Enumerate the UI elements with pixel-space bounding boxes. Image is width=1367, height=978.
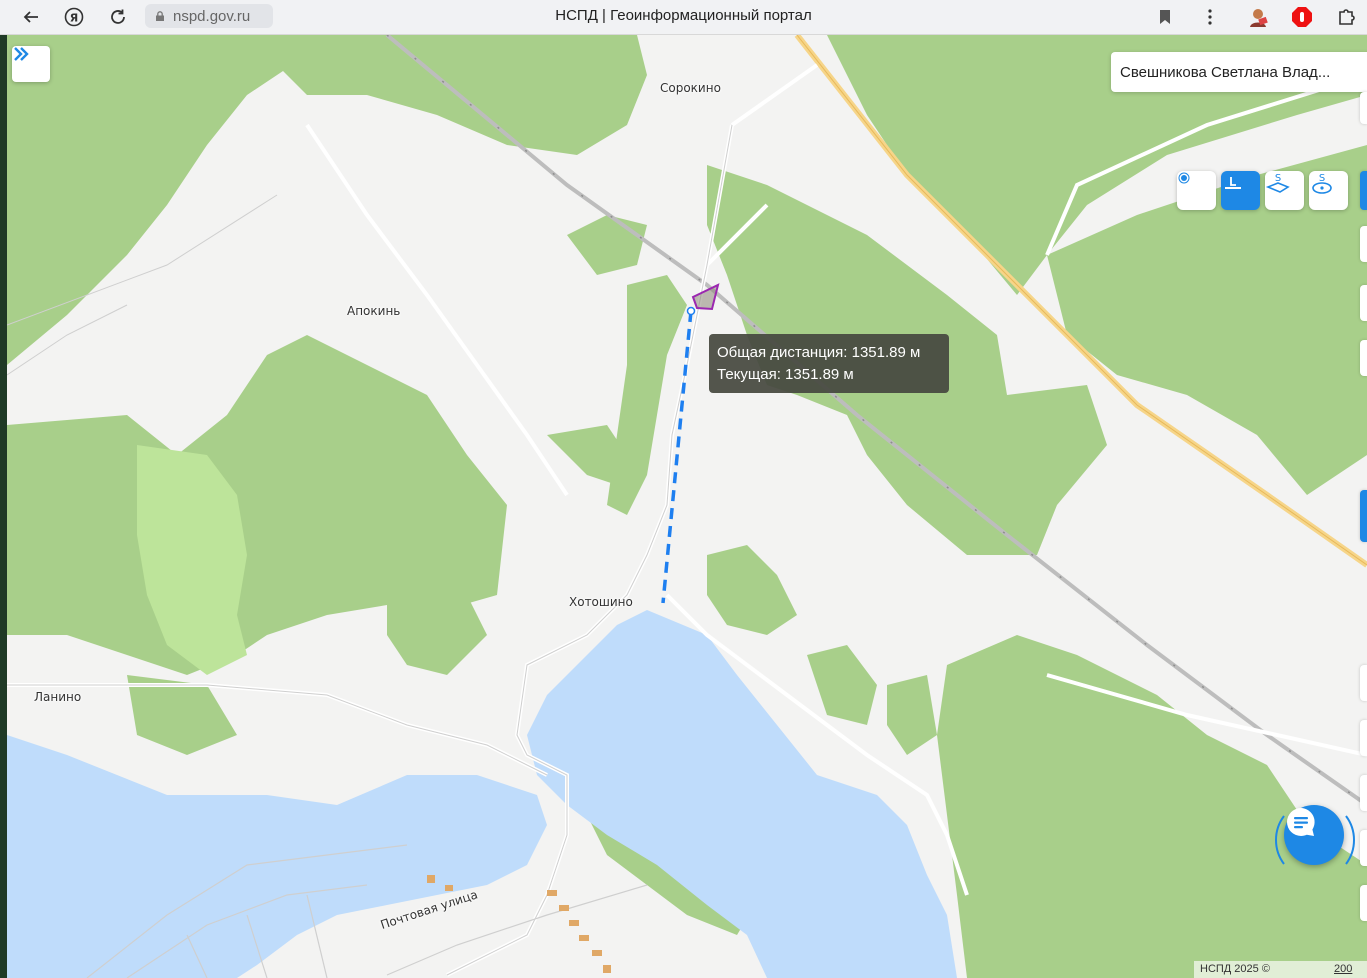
measure-start-point <box>686 306 696 316</box>
credit-text: НСПД 2025 © <box>1200 963 1270 975</box>
extensions-puzzle-icon[interactable] <box>1335 5 1359 29</box>
map-canvas[interactable]: Сорокино Апокинь Хотошино Ланино Почтова… <box>7 35 1367 978</box>
adblock-extension-icon[interactable] <box>1290 5 1314 29</box>
point-measure-button[interactable] <box>1177 171 1216 210</box>
bookmark-icon[interactable] <box>1153 5 1177 29</box>
browser-toolbar: Я nspd.gov.ru НСПД | Геоинформационный п… <box>0 0 1367 35</box>
circle-area-measure-button[interactable]: S <box>1309 171 1348 210</box>
total-distance-value: 1351.89 м <box>851 344 921 361</box>
measure-line <box>661 310 693 604</box>
side-panel-tab[interactable] <box>1360 226 1367 262</box>
current-distance-label: Текущая: <box>717 366 781 383</box>
extension-avatar-icon[interactable] <box>1246 5 1270 29</box>
url-text: nspd.gov.ru <box>173 7 251 25</box>
area-measure-icon: S <box>1265 173 1290 193</box>
map-attribution: НСПД 2025 © 200 <box>1194 961 1367 978</box>
reload-icon[interactable] <box>106 5 130 29</box>
chat-widget[interactable] <box>1272 800 1358 886</box>
place-label-apokin: Апокинь <box>347 304 401 318</box>
address-bar[interactable]: nspd.gov.ru <box>145 4 273 28</box>
arrow-left-icon[interactable] <box>19 5 43 29</box>
line-measure-button[interactable] <box>1221 171 1260 210</box>
yandex-icon[interactable]: Я <box>62 5 86 29</box>
side-panel-tab[interactable] <box>1360 285 1367 321</box>
place-label-khotoshino: Хотошино <box>569 595 633 609</box>
line-measure-icon <box>1225 177 1241 189</box>
point-measure-icon <box>1178 172 1190 184</box>
side-panel-tab[interactable] <box>1360 720 1367 756</box>
total-distance-label: Общая дистанция: <box>717 344 848 361</box>
side-panel-tab-active[interactable] <box>1360 171 1367 210</box>
side-panel-tab[interactable] <box>1360 885 1367 921</box>
side-panel-tab[interactable] <box>1360 665 1367 701</box>
scale-label: 200 <box>1334 963 1353 975</box>
current-distance-row: Текущая: 1351.89 м <box>717 364 949 386</box>
place-label-sorokino: Сорокино <box>660 81 721 95</box>
user-name-display[interactable]: Свешникова Светлана Влад... <box>1111 52 1367 92</box>
parcel-polygon <box>691 283 720 311</box>
side-panel-tab[interactable] <box>1360 775 1367 811</box>
chevrons-right-icon <box>14 47 29 61</box>
side-panel-tab-active[interactable] <box>1360 490 1367 542</box>
chat-icon <box>1287 808 1315 836</box>
circle-area-measure-icon: S <box>1312 173 1332 194</box>
side-panel-tab[interactable] <box>1360 340 1367 376</box>
side-panel-tab[interactable] <box>1360 92 1367 124</box>
place-label-lanino: Ланино <box>34 690 82 704</box>
more-vertical-icon[interactable] <box>1198 5 1222 29</box>
measurement-tooltip: Общая дистанция: 1351.89 м Текущая: 1351… <box>709 334 949 393</box>
svg-text:Я: Я <box>70 12 78 25</box>
chat-button[interactable] <box>1284 805 1344 865</box>
side-panel-tab[interactable] <box>1360 830 1367 866</box>
current-distance-value: 1351.89 м <box>785 366 854 383</box>
lock-icon <box>156 11 164 21</box>
map-layer <box>7 35 1367 978</box>
area-measure-button[interactable]: S <box>1265 171 1304 210</box>
total-distance-row: Общая дистанция: 1351.89 м <box>717 342 949 364</box>
expand-panel-button[interactable] <box>12 46 50 82</box>
